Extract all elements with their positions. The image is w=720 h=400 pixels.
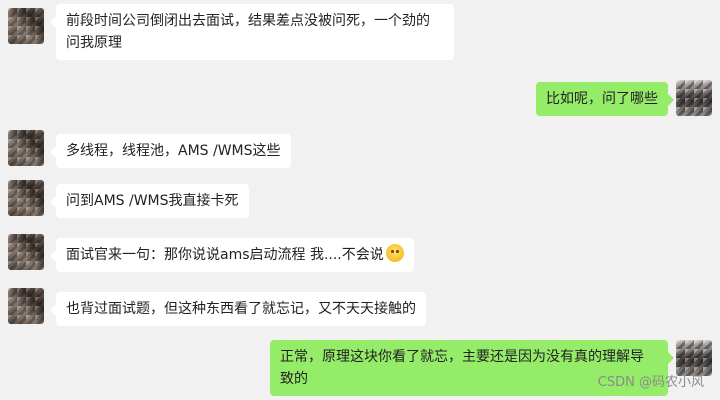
- message-text: 前段时间公司倒闭出去面试，结果差点没被问死，一个劲的: [66, 13, 430, 29]
- zipper-mouth-emoji-icon: [385, 244, 404, 262]
- avatar-left[interactable]: [8, 8, 44, 44]
- watermark: CSDN @码农小风: [597, 375, 704, 390]
- chat-bubble-left: 问到AMS /WMS我直接卡死: [50, 184, 249, 218]
- message-text: 多线程，线程池，AMS /WMS这些: [66, 143, 281, 159]
- message-text: 也背过面试题，但这种东西看了就忘记，又不天天接触的: [66, 301, 416, 317]
- message-text: 问到AMS /WMS我直接卡死: [66, 193, 239, 209]
- chat-bubble-right: 比如呢，问了哪些: [536, 82, 674, 116]
- message-text: 问我原理: [66, 35, 122, 51]
- avatar-left[interactable]: [8, 234, 44, 270]
- chat-bubble-left: 前段时间公司倒闭出去面试，结果差点没被问死，一个劲的 问我原理: [50, 4, 454, 60]
- chat-bubble-left: 面试官来一句：那你说说ams启动流程 我....不会说: [50, 238, 414, 272]
- message-text: 比如呢，问了哪些: [546, 91, 658, 107]
- chat-bubble-left: 也背过面试题，但这种东西看了就忘记，又不天天接触的: [50, 292, 426, 326]
- avatar-right[interactable]: [676, 80, 712, 116]
- avatar-left[interactable]: [8, 130, 44, 166]
- message-text: 正常，原理这块你看了就忘，主要还是因为没有真的理解导: [280, 349, 644, 365]
- avatar-left[interactable]: [8, 288, 44, 324]
- message-text: 面试官来一句：那你说说ams启动流程 我....不会说: [66, 247, 384, 263]
- message-text: 致的: [280, 371, 308, 387]
- avatar-left[interactable]: [8, 180, 44, 216]
- chat-bubble-left: 多线程，线程池，AMS /WMS这些: [50, 134, 291, 168]
